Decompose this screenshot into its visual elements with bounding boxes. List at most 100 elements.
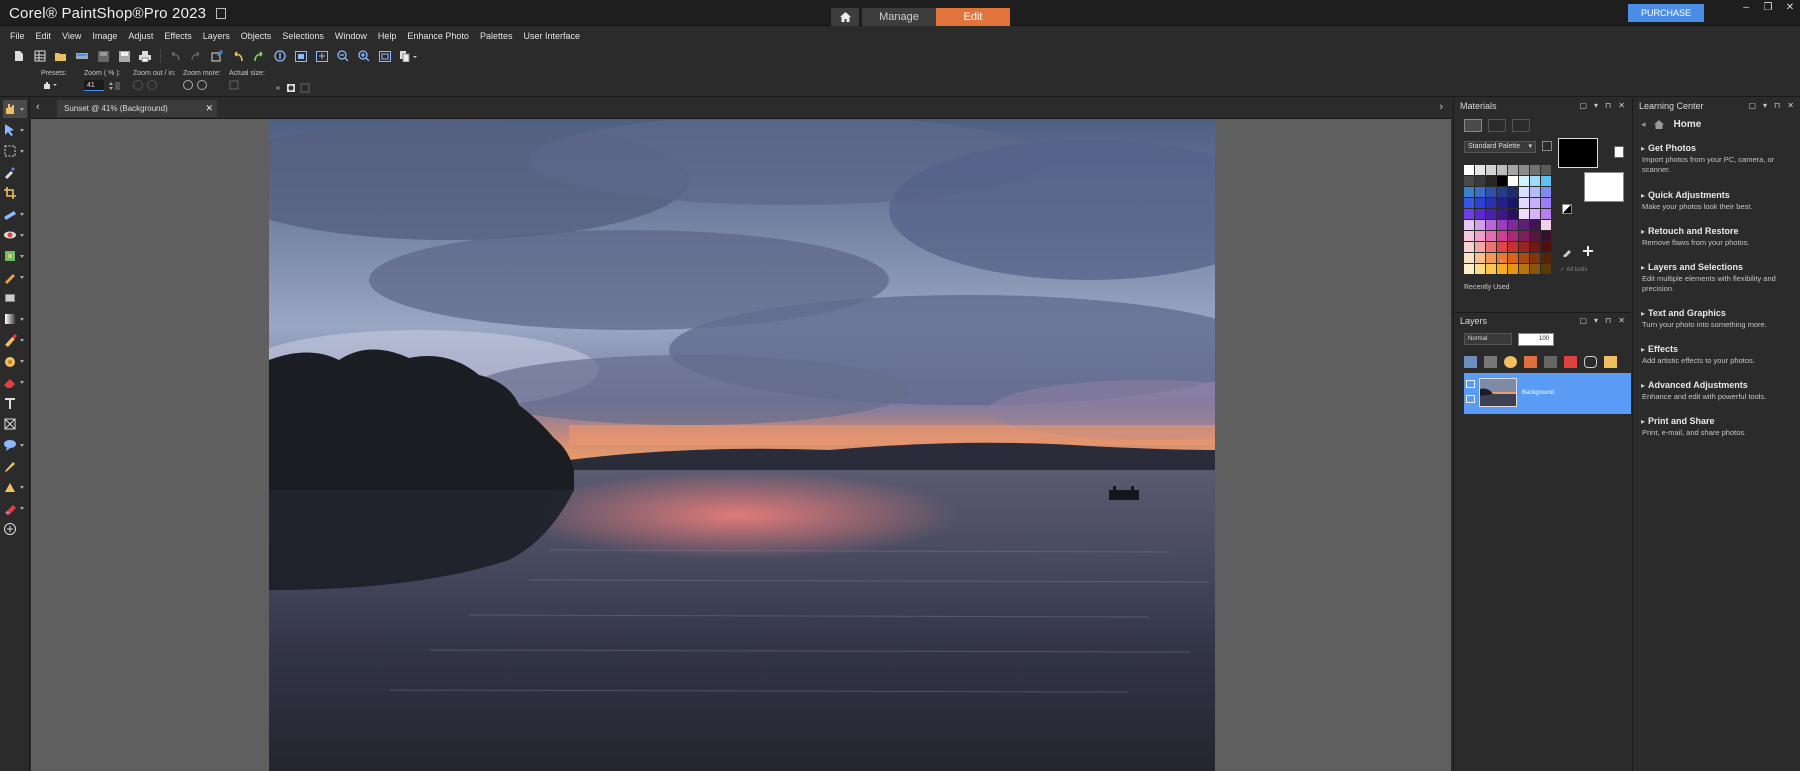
document-icon[interactable] bbox=[215, 8, 226, 19]
actual-size-small-icon[interactable] bbox=[229, 80, 239, 90]
zoom-more-out-button[interactable] bbox=[183, 80, 193, 90]
zoom-in-button[interactable] bbox=[354, 47, 374, 65]
presets-pan-icon[interactable] bbox=[41, 80, 57, 90]
color-swatch[interactable] bbox=[1508, 231, 1518, 241]
tool-paint-brush[interactable] bbox=[3, 331, 27, 349]
tab-edit[interactable]: Edit bbox=[936, 8, 1010, 26]
tool-makeover[interactable] bbox=[3, 247, 27, 265]
swap-colors-icon[interactable] bbox=[1614, 146, 1624, 158]
color-swatch[interactable] bbox=[1497, 198, 1507, 208]
menu-objects[interactable]: Objects bbox=[241, 28, 272, 44]
color-swatch[interactable] bbox=[1541, 242, 1551, 252]
minimize-button[interactable]: – bbox=[1740, 2, 1752, 13]
color-swatch[interactable] bbox=[1464, 253, 1474, 263]
lc-item-retouch-restore[interactable]: Retouch and Restore Remove flaws from yo… bbox=[1641, 226, 1797, 248]
color-swatch[interactable] bbox=[1497, 220, 1507, 230]
color-swatch[interactable] bbox=[1530, 209, 1540, 219]
color-swatch[interactable] bbox=[1497, 165, 1507, 175]
color-swatch[interactable] bbox=[1486, 198, 1496, 208]
redo-button[interactable] bbox=[186, 47, 206, 65]
new-button[interactable] bbox=[9, 47, 29, 65]
menu-user-interface[interactable]: User Interface bbox=[523, 28, 580, 44]
menu-enhance-photo[interactable]: Enhance Photo bbox=[407, 28, 469, 44]
color-swatch[interactable] bbox=[1475, 253, 1485, 263]
color-swatch[interactable] bbox=[1486, 220, 1496, 230]
open-button[interactable] bbox=[51, 47, 71, 65]
background-swatch[interactable] bbox=[1584, 172, 1624, 202]
menu-layers[interactable]: Layers bbox=[203, 28, 230, 44]
tool-more[interactable] bbox=[3, 520, 27, 538]
color-swatch[interactable] bbox=[1497, 242, 1507, 252]
foreground-swatch[interactable] bbox=[1558, 138, 1598, 168]
menu-edit[interactable]: Edit bbox=[36, 28, 52, 44]
new-group-icon[interactable] bbox=[1484, 356, 1497, 368]
tool-dodge[interactable] bbox=[3, 478, 27, 496]
tool-pick[interactable] bbox=[3, 121, 27, 139]
lock-layer-icon[interactable] bbox=[1604, 356, 1617, 368]
color-swatch[interactable] bbox=[1497, 209, 1507, 219]
save-as-button[interactable] bbox=[114, 47, 134, 65]
zoom-out-small-button[interactable] bbox=[133, 80, 143, 90]
color-swatch[interactable] bbox=[1464, 231, 1474, 241]
color-swatch[interactable] bbox=[1541, 187, 1551, 197]
color-swatch[interactable] bbox=[1541, 165, 1551, 175]
image-canvas[interactable] bbox=[269, 120, 1215, 771]
grid-small-icon[interactable] bbox=[300, 83, 310, 93]
menu-dropdown-icon[interactable]: ▾ bbox=[1594, 316, 1598, 325]
tool-airbrush[interactable] bbox=[3, 352, 27, 370]
lc-item-advanced-adjustments[interactable]: Advanced Adjustments Enhance and edit wi… bbox=[1641, 380, 1797, 402]
tool-scratch-remover[interactable] bbox=[3, 289, 27, 307]
all-tools-checkbox[interactable]: ✓ All tools bbox=[1560, 266, 1587, 273]
tool-red-eye[interactable] bbox=[3, 226, 27, 244]
mask-layer-icon[interactable] bbox=[1544, 356, 1557, 368]
color-swatch[interactable] bbox=[1486, 176, 1496, 186]
blend-mode-select[interactable]: Normal bbox=[1464, 333, 1512, 345]
color-swatch[interactable] bbox=[1541, 264, 1551, 274]
float-icon[interactable]: ▢ bbox=[1748, 101, 1756, 110]
color-swatch[interactable] bbox=[1519, 209, 1529, 219]
zoom-input[interactable]: 41 bbox=[84, 80, 104, 91]
color-swatch[interactable] bbox=[1475, 242, 1485, 252]
purchase-button[interactable]: PURCHASE bbox=[1628, 4, 1704, 22]
new-from-template-button[interactable] bbox=[30, 47, 50, 65]
color-swatch[interactable] bbox=[1486, 242, 1496, 252]
delete-layer-icon[interactable] bbox=[1564, 356, 1577, 368]
color-swatch[interactable] bbox=[1530, 165, 1540, 175]
pin-icon[interactable]: ⊓ bbox=[1774, 101, 1780, 110]
color-swatch[interactable] bbox=[1508, 242, 1518, 252]
color-swatch[interactable] bbox=[1508, 187, 1518, 197]
home-button[interactable] bbox=[831, 8, 859, 26]
color-swatch[interactable] bbox=[1508, 220, 1518, 230]
menu-effects[interactable]: Effects bbox=[164, 28, 191, 44]
color-swatch[interactable] bbox=[1464, 165, 1474, 175]
color-swatch[interactable] bbox=[1530, 253, 1540, 263]
tool-speech-bubble[interactable] bbox=[3, 436, 27, 454]
color-swatch[interactable] bbox=[1519, 264, 1529, 274]
color-swatch[interactable] bbox=[1475, 176, 1485, 186]
color-swatch[interactable] bbox=[1497, 231, 1507, 241]
color-swatch[interactable] bbox=[1464, 209, 1474, 219]
link-layer-icon[interactable] bbox=[1584, 356, 1597, 368]
color-swatch[interactable] bbox=[1486, 231, 1496, 241]
reset-icon[interactable] bbox=[274, 84, 282, 92]
document-tab[interactable]: Sunset @ 41% (Background) ✕ bbox=[57, 100, 217, 117]
palette-options-icon[interactable] bbox=[1542, 141, 1552, 151]
color-swatch[interactable] bbox=[1486, 253, 1496, 263]
menu-image[interactable]: Image bbox=[92, 28, 117, 44]
close-button[interactable]: ✕ bbox=[1784, 2, 1796, 13]
scroll-tabs-right-icon[interactable]: › bbox=[1439, 101, 1443, 113]
color-swatch[interactable] bbox=[1475, 231, 1485, 241]
color-swatch[interactable] bbox=[1508, 198, 1518, 208]
color-swatch[interactable] bbox=[1541, 176, 1551, 186]
tool-selection[interactable] bbox=[3, 142, 27, 160]
tool-text[interactable] bbox=[3, 394, 27, 412]
color-swatch[interactable] bbox=[1475, 209, 1485, 219]
color-swatch[interactable] bbox=[1508, 253, 1518, 263]
menu-dropdown-icon[interactable]: ▾ bbox=[1594, 101, 1598, 110]
menu-window[interactable]: Window bbox=[335, 28, 367, 44]
tool-gradient-fill[interactable] bbox=[3, 310, 27, 328]
zoom-more-in-button[interactable] bbox=[197, 80, 207, 90]
scan-button[interactable] bbox=[72, 47, 92, 65]
pin-icon[interactable]: ⊓ bbox=[1605, 316, 1611, 325]
menu-adjust[interactable]: Adjust bbox=[128, 28, 153, 44]
